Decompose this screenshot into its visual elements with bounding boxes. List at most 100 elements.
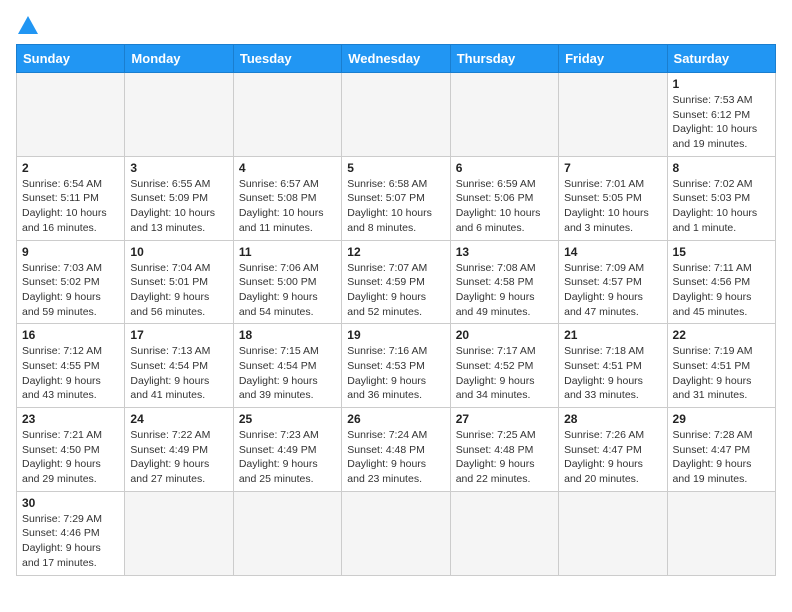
day-number: 29 [673, 412, 770, 426]
day-info: Sunrise: 6:55 AM Sunset: 5:09 PM Dayligh… [130, 177, 227, 236]
day-number: 15 [673, 245, 770, 259]
calendar-day-cell: 9 Sunrise: 7:03 AM Sunset: 5:02 PM Daylig… [17, 240, 125, 324]
day-number: 17 [130, 328, 227, 342]
day-number: 14 [564, 245, 661, 259]
day-number: 19 [347, 328, 444, 342]
day-number: 16 [22, 328, 119, 342]
calendar-day-cell: 21 Sunrise: 7:18 AM Sunset: 4:51 PM Dayli… [559, 324, 667, 408]
calendar-day-cell: 17 Sunrise: 7:13 AM Sunset: 4:54 PM Dayli… [125, 324, 233, 408]
day-info: Sunrise: 7:07 AM Sunset: 4:59 PM Dayligh… [347, 261, 444, 320]
calendar-day-cell [233, 491, 341, 575]
day-number: 27 [456, 412, 553, 426]
day-number: 21 [564, 328, 661, 342]
calendar-week-row: 30 Sunrise: 7:29 AM Sunset: 4:46 PM Dayli… [17, 491, 776, 575]
calendar-day-cell [559, 73, 667, 157]
day-number: 28 [564, 412, 661, 426]
day-info: Sunrise: 7:29 AM Sunset: 4:46 PM Dayligh… [22, 512, 119, 571]
calendar-day-cell: 16Sunrise: 7:12 AM Sunset: 4:55 PM Dayli… [17, 324, 125, 408]
day-number: 10 [130, 245, 227, 259]
day-info: Sunrise: 6:58 AM Sunset: 5:07 PM Dayligh… [347, 177, 444, 236]
calendar-day-header: Thursday [450, 45, 558, 73]
calendar-day-cell: 28 Sunrise: 7:26 AM Sunset: 4:47 PM Dayli… [559, 408, 667, 492]
calendar-day-header: Monday [125, 45, 233, 73]
day-info: Sunrise: 7:03 AM Sunset: 5:02 PM Dayligh… [22, 261, 119, 320]
day-number: 4 [239, 161, 336, 175]
calendar-day-header: Saturday [667, 45, 775, 73]
calendar-day-cell: 18Sunrise: 7:15 AM Sunset: 4:54 PM Dayli… [233, 324, 341, 408]
calendar-day-cell [233, 73, 341, 157]
calendar-day-cell [450, 491, 558, 575]
calendar-week-row: 16Sunrise: 7:12 AM Sunset: 4:55 PM Dayli… [17, 324, 776, 408]
calendar-day-cell: 5 Sunrise: 6:58 AM Sunset: 5:07 PM Daylig… [342, 156, 450, 240]
calendar-week-row: 9 Sunrise: 7:03 AM Sunset: 5:02 PM Daylig… [17, 240, 776, 324]
calendar-week-row: 1 Sunrise: 7:53 AM Sunset: 6:12 PM Daylig… [17, 73, 776, 157]
day-number: 24 [130, 412, 227, 426]
day-info: Sunrise: 7:28 AM Sunset: 4:47 PM Dayligh… [673, 428, 770, 487]
day-info: Sunrise: 7:53 AM Sunset: 6:12 PM Dayligh… [673, 93, 770, 152]
day-info: Sunrise: 7:19 AM Sunset: 4:51 PM Dayligh… [673, 344, 770, 403]
calendar-day-cell: 14 Sunrise: 7:09 AM Sunset: 4:57 PM Dayli… [559, 240, 667, 324]
calendar-day-cell: 23 Sunrise: 7:21 AM Sunset: 4:50 PM Dayli… [17, 408, 125, 492]
calendar-day-cell [342, 73, 450, 157]
day-number: 11 [239, 245, 336, 259]
calendar-week-row: 23 Sunrise: 7:21 AM Sunset: 4:50 PM Dayli… [17, 408, 776, 492]
day-number: 18 [239, 328, 336, 342]
day-number: 23 [22, 412, 119, 426]
calendar-day-header: Tuesday [233, 45, 341, 73]
calendar-day-cell: 7Sunrise: 7:01 AM Sunset: 5:05 PM Daylig… [559, 156, 667, 240]
day-number: 1 [673, 77, 770, 91]
calendar-day-cell: 12 Sunrise: 7:07 AM Sunset: 4:59 PM Dayli… [342, 240, 450, 324]
day-number: 9 [22, 245, 119, 259]
day-info: Sunrise: 7:21 AM Sunset: 4:50 PM Dayligh… [22, 428, 119, 487]
day-info: Sunrise: 7:09 AM Sunset: 4:57 PM Dayligh… [564, 261, 661, 320]
day-info: Sunrise: 7:02 AM Sunset: 5:03 PM Dayligh… [673, 177, 770, 236]
day-info: Sunrise: 7:13 AM Sunset: 4:54 PM Dayligh… [130, 344, 227, 403]
calendar-day-cell: 10 Sunrise: 7:04 AM Sunset: 5:01 PM Dayli… [125, 240, 233, 324]
day-info: Sunrise: 7:16 AM Sunset: 4:53 PM Dayligh… [347, 344, 444, 403]
calendar-day-cell [342, 491, 450, 575]
day-number: 26 [347, 412, 444, 426]
calendar-day-cell: 3Sunrise: 6:55 AM Sunset: 5:09 PM Daylig… [125, 156, 233, 240]
day-info: Sunrise: 7:17 AM Sunset: 4:52 PM Dayligh… [456, 344, 553, 403]
calendar-day-header: Sunday [17, 45, 125, 73]
day-info: Sunrise: 7:26 AM Sunset: 4:47 PM Dayligh… [564, 428, 661, 487]
day-info: Sunrise: 7:08 AM Sunset: 4:58 PM Dayligh… [456, 261, 553, 320]
calendar-day-cell: 13Sunrise: 7:08 AM Sunset: 4:58 PM Dayli… [450, 240, 558, 324]
calendar-day-cell: 11 Sunrise: 7:06 AM Sunset: 5:00 PM Dayli… [233, 240, 341, 324]
calendar-day-cell: 6 Sunrise: 6:59 AM Sunset: 5:06 PM Daylig… [450, 156, 558, 240]
calendar-day-header: Wednesday [342, 45, 450, 73]
logo-triangle-icon [18, 16, 38, 34]
calendar-day-cell [125, 491, 233, 575]
calendar-day-cell: 29 Sunrise: 7:28 AM Sunset: 4:47 PM Dayli… [667, 408, 775, 492]
calendar-day-cell: 30 Sunrise: 7:29 AM Sunset: 4:46 PM Dayli… [17, 491, 125, 575]
calendar-day-cell: 27 Sunrise: 7:25 AM Sunset: 4:48 PM Dayli… [450, 408, 558, 492]
day-info: Sunrise: 6:57 AM Sunset: 5:08 PM Dayligh… [239, 177, 336, 236]
day-info: Sunrise: 7:04 AM Sunset: 5:01 PM Dayligh… [130, 261, 227, 320]
calendar-table: SundayMondayTuesdayWednesdayThursdayFrid… [16, 44, 776, 576]
day-number: 22 [673, 328, 770, 342]
calendar-day-cell: 19 Sunrise: 7:16 AM Sunset: 4:53 PM Dayli… [342, 324, 450, 408]
day-number: 8 [673, 161, 770, 175]
day-info: Sunrise: 7:01 AM Sunset: 5:05 PM Dayligh… [564, 177, 661, 236]
day-info: Sunrise: 7:06 AM Sunset: 5:00 PM Dayligh… [239, 261, 336, 320]
day-info: Sunrise: 7:23 AM Sunset: 4:49 PM Dayligh… [239, 428, 336, 487]
day-info: Sunrise: 7:25 AM Sunset: 4:48 PM Dayligh… [456, 428, 553, 487]
calendar-day-cell: 2Sunrise: 6:54 AM Sunset: 5:11 PM Daylig… [17, 156, 125, 240]
calendar-day-cell: 15Sunrise: 7:11 AM Sunset: 4:56 PM Dayli… [667, 240, 775, 324]
calendar-day-cell: 1 Sunrise: 7:53 AM Sunset: 6:12 PM Daylig… [667, 73, 775, 157]
header [16, 16, 776, 34]
day-number: 5 [347, 161, 444, 175]
calendar-day-cell: 24Sunrise: 7:22 AM Sunset: 4:49 PM Dayli… [125, 408, 233, 492]
day-number: 12 [347, 245, 444, 259]
calendar-day-cell [667, 491, 775, 575]
logo [16, 16, 38, 34]
day-number: 20 [456, 328, 553, 342]
day-number: 6 [456, 161, 553, 175]
day-number: 30 [22, 496, 119, 510]
calendar-day-cell: 8 Sunrise: 7:02 AM Sunset: 5:03 PM Daylig… [667, 156, 775, 240]
calendar-day-cell: 25 Sunrise: 7:23 AM Sunset: 4:49 PM Dayli… [233, 408, 341, 492]
day-info: Sunrise: 7:18 AM Sunset: 4:51 PM Dayligh… [564, 344, 661, 403]
calendar-day-cell [450, 73, 558, 157]
day-number: 25 [239, 412, 336, 426]
day-info: Sunrise: 6:59 AM Sunset: 5:06 PM Dayligh… [456, 177, 553, 236]
